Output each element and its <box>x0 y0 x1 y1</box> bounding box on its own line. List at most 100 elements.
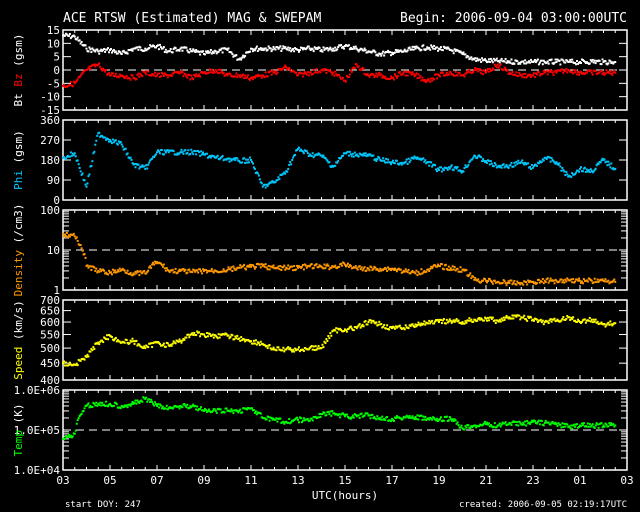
data-point-interp <box>383 323 386 326</box>
data-point-interp <box>486 60 489 63</box>
data-point-interp <box>472 156 475 159</box>
data-point-interp <box>155 403 158 406</box>
data-point-interp <box>272 45 275 48</box>
created-time: created: 2006-09-05 02:19:17UTC <box>459 500 627 510</box>
data-point-interp <box>488 60 491 63</box>
data-point-interp <box>570 60 573 63</box>
data-point-interp <box>562 279 565 282</box>
data-point-interp <box>500 57 503 60</box>
data-point-interp <box>171 342 174 345</box>
data-point-interp <box>542 323 545 326</box>
data-point-interp <box>581 170 584 173</box>
data-point-interp <box>530 58 533 61</box>
data-point-interp <box>186 271 189 274</box>
data-point-interp <box>485 319 488 322</box>
data-point-interp <box>579 166 582 169</box>
data-point-interp <box>489 160 492 163</box>
data-point-interp <box>380 73 383 76</box>
data-point-interp <box>63 364 66 367</box>
data-point-interp <box>152 402 155 405</box>
data-point-interp <box>598 59 601 62</box>
data-point-interp <box>343 47 346 50</box>
data-point-interp <box>95 267 98 270</box>
data-point-interp <box>278 178 281 181</box>
data-point-interp <box>286 48 289 51</box>
data-point-interp <box>277 265 280 268</box>
data-point-interp <box>376 75 379 78</box>
data-point-interp <box>382 325 385 328</box>
data-point-interp <box>519 62 522 65</box>
data-point-interp <box>189 78 192 81</box>
y-tick-label: 550 <box>40 328 60 341</box>
data-point-interp <box>336 331 339 334</box>
data-point-interp <box>410 73 413 76</box>
data-point-interp <box>376 158 379 161</box>
data-point-interp <box>162 263 165 266</box>
x-tick-label: 09 <box>197 474 210 487</box>
data-point-interp <box>505 164 508 167</box>
data-point-interp <box>504 57 507 60</box>
data-point-interp <box>455 318 458 321</box>
data-point-interp <box>63 34 66 37</box>
data-point-interp <box>540 420 543 423</box>
data-point-interp <box>138 401 141 404</box>
data-point-interp <box>399 268 402 271</box>
series-bz <box>62 62 617 89</box>
data-point-interp <box>239 408 242 411</box>
data-point-interp <box>276 420 279 423</box>
y-tick-label: 500 <box>40 342 60 355</box>
data-point-interp <box>87 402 90 405</box>
data-point-interp <box>429 267 432 270</box>
data-point-interp <box>297 50 300 53</box>
data-point-interp <box>112 404 115 407</box>
data-point-interp <box>352 329 355 332</box>
data-point-interp <box>135 272 138 275</box>
data-point-interp <box>178 407 181 410</box>
data-point-interp <box>229 336 232 339</box>
data-point-interp <box>141 272 144 275</box>
data-point-interp <box>328 337 331 340</box>
data-point-interp <box>287 264 290 267</box>
y-axis-label-part: (gsm) <box>12 34 25 74</box>
data-point-interp <box>514 420 517 423</box>
data-point-interp <box>406 74 409 77</box>
data-point-interp <box>250 76 253 79</box>
data-point-interp <box>415 417 418 420</box>
data-point-interp <box>384 75 387 78</box>
data-point <box>555 423 558 426</box>
data-point-interp <box>380 54 383 57</box>
data-point-interp <box>245 268 248 271</box>
data-point-interp <box>492 165 495 168</box>
data-point-interp <box>374 74 377 77</box>
data-point-interp <box>156 403 159 406</box>
data-point-interp <box>380 418 383 421</box>
data-point-interp <box>96 134 99 137</box>
data-point-interp <box>476 57 479 60</box>
data-point-interp <box>317 266 320 269</box>
data-point-interp <box>241 161 244 164</box>
data-point-interp <box>365 269 368 272</box>
data-point-interp <box>258 178 261 181</box>
data-point <box>579 279 581 282</box>
data-point-interp <box>437 318 440 321</box>
data-point-interp <box>554 58 557 61</box>
data-point-interp <box>98 131 101 134</box>
data-point-interp <box>317 416 320 419</box>
data-point-interp <box>256 50 259 53</box>
data-point-interp <box>76 364 79 367</box>
data-point-interp <box>160 263 163 266</box>
data-point-interp <box>340 44 343 47</box>
data-point-interp <box>265 418 268 421</box>
data-point-interp <box>540 59 543 62</box>
data-point-interp <box>260 76 263 79</box>
data-point-interp <box>138 274 141 277</box>
data-point <box>308 419 311 422</box>
data-point-interp <box>351 414 354 417</box>
data-point-interp <box>422 415 425 418</box>
data-point-interp <box>76 36 79 39</box>
data-point-interp <box>151 400 154 403</box>
data-point-interp <box>68 361 71 364</box>
data-point-interp <box>472 70 475 73</box>
x-tick-label: 23 <box>526 474 539 487</box>
data-point <box>532 74 534 77</box>
